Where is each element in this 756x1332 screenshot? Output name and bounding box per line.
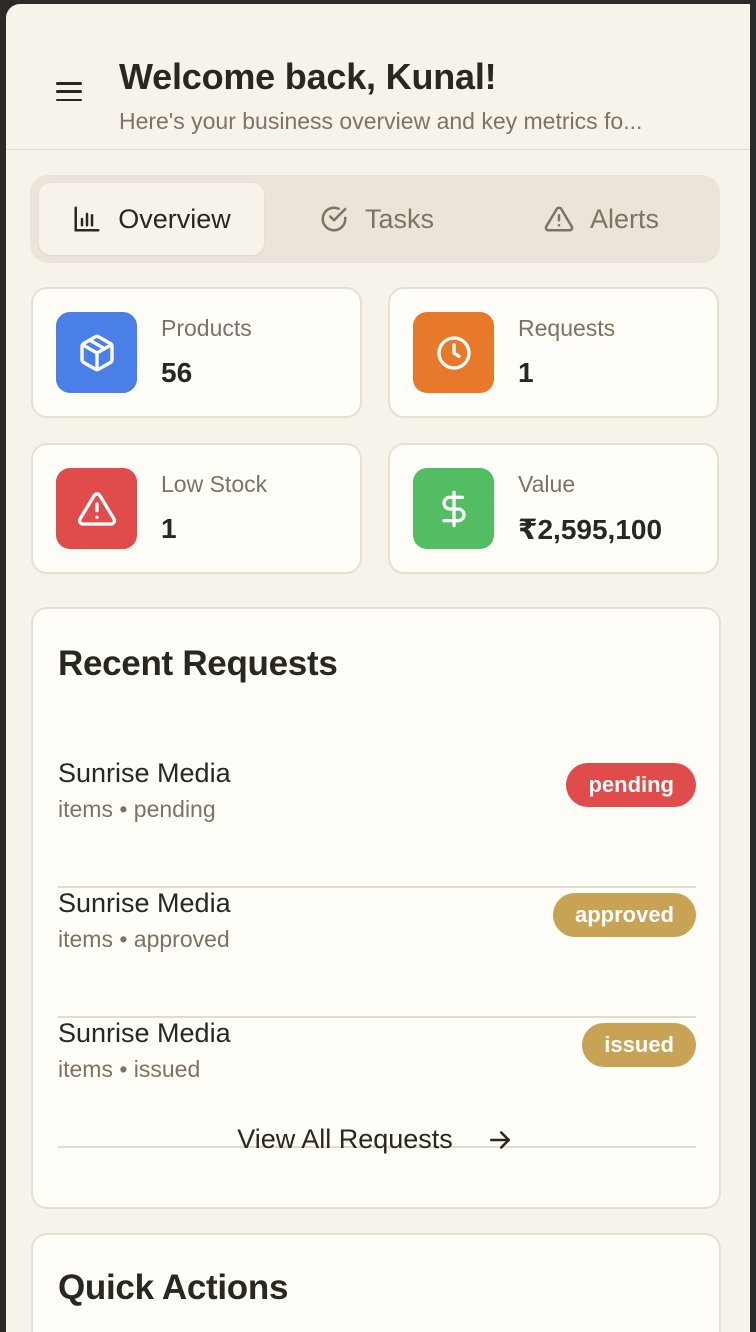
stat-label: Value bbox=[518, 471, 576, 497]
dollar-icon bbox=[413, 468, 494, 549]
box-icon bbox=[56, 312, 137, 393]
request-row[interactable]: Sunrise Media items • approved approved bbox=[58, 888, 696, 1018]
request-meta: items • pending bbox=[58, 796, 216, 822]
view-all-label: View All Requests bbox=[237, 1124, 453, 1154]
stat-label: Low Stock bbox=[161, 471, 268, 497]
section-title: Recent Requests bbox=[58, 644, 338, 683]
hamburger-menu-icon[interactable] bbox=[56, 82, 84, 104]
request-name: Sunrise Media bbox=[58, 758, 231, 788]
page-subtitle: Here's your business overview and key me… bbox=[119, 108, 643, 134]
request-name: Sunrise Media bbox=[58, 1018, 231, 1048]
tab-tasks[interactable]: Tasks bbox=[264, 183, 489, 255]
stat-card-value[interactable]: Value ₹2,595,100 bbox=[388, 443, 719, 574]
stat-value: 1 bbox=[518, 357, 534, 388]
section-title: Quick Actions bbox=[58, 1268, 289, 1307]
tab-overview[interactable]: Overview bbox=[39, 183, 264, 255]
tab-alerts[interactable]: Alerts bbox=[489, 183, 714, 255]
tab-bar: Overview Tasks Alerts bbox=[30, 175, 720, 263]
stat-card-requests[interactable]: Requests 1 bbox=[388, 287, 719, 418]
stat-card-low-stock[interactable]: Low Stock 1 bbox=[31, 443, 362, 574]
check-circle-icon bbox=[321, 206, 347, 232]
tab-label: Overview bbox=[118, 203, 231, 234]
tab-label: Alerts bbox=[589, 203, 660, 234]
app-window: Welcome back, Kunal! Here's your busines… bbox=[6, 4, 750, 1332]
warning-triangle-icon bbox=[56, 468, 137, 549]
page-title: Welcome back, Kunal! bbox=[119, 56, 497, 97]
request-name: Sunrise Media bbox=[58, 888, 231, 918]
status-badge: pending bbox=[566, 763, 696, 807]
request-meta: items • issued bbox=[58, 1056, 201, 1082]
recent-requests-card: Recent Requests Sunrise Media items • pe… bbox=[31, 607, 721, 1209]
status-badge: approved bbox=[552, 893, 696, 937]
stat-value: ₹2,595,100 bbox=[518, 514, 663, 545]
status-badge: issued bbox=[582, 1023, 696, 1067]
tab-label: Tasks bbox=[364, 203, 435, 234]
page-header: Welcome back, Kunal! Here's your busines… bbox=[6, 4, 750, 150]
view-all-requests-link[interactable]: View All Requests bbox=[33, 1124, 719, 1155]
quick-actions-card: Quick Actions bbox=[31, 1233, 721, 1332]
stat-card-products[interactable]: Products 56 bbox=[31, 287, 362, 418]
request-row[interactable]: Sunrise Media items • pending pending bbox=[58, 758, 696, 888]
arrow-right-icon bbox=[489, 1130, 510, 1149]
clock-icon bbox=[413, 312, 494, 393]
warning-triangle-icon bbox=[544, 206, 574, 232]
stat-label: Requests bbox=[518, 315, 616, 341]
stat-label: Products bbox=[161, 315, 252, 341]
stat-value: 56 bbox=[161, 357, 193, 388]
request-meta: items • approved bbox=[58, 926, 230, 952]
bar-chart-icon bbox=[74, 206, 100, 232]
stat-value: 1 bbox=[161, 513, 177, 544]
